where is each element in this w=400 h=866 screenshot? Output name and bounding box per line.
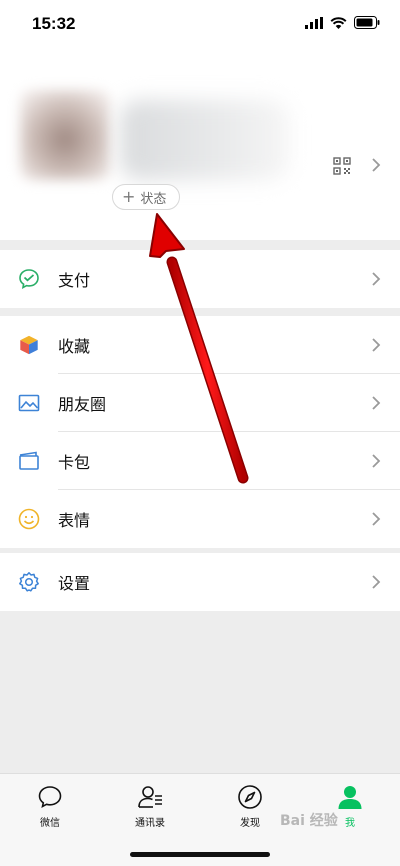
contacts-person-icon <box>138 786 162 808</box>
menu-item-cards[interactable]: 卡包 <box>0 432 400 490</box>
status-icons <box>305 16 380 29</box>
wechat-pay-icon <box>19 269 39 289</box>
menu-item-pay[interactable]: 支付 <box>0 250 400 308</box>
watermark-text: Bai 经验 <box>280 813 338 829</box>
tab-contacts[interactable]: 通讯录 <box>120 784 180 829</box>
status-button-label: 状态 <box>140 191 167 207</box>
menu-item-label: 设置 <box>58 574 91 593</box>
avatar[interactable] <box>20 90 110 180</box>
tab-label: 发现 <box>240 818 260 829</box>
menu-item-label: 卡包 <box>58 453 91 472</box>
tab-label: 我 <box>345 818 355 829</box>
menu-item-stickers[interactable]: 表情 <box>0 490 400 548</box>
menu-item-settings[interactable]: 设置 <box>0 553 400 611</box>
moments-picture-icon <box>18 394 40 412</box>
settings-gear-icon <box>19 572 39 592</box>
wifi-icon <box>330 16 347 29</box>
tab-label: 微信 <box>40 818 60 829</box>
chevron-right-icon <box>372 396 381 410</box>
home-indicator <box>130 852 270 857</box>
tab-discover[interactable]: 发现 <box>220 784 280 829</box>
services-group: 收藏 朋友圈 卡包 表情 <box>0 316 400 548</box>
chevron-right-icon <box>372 454 381 468</box>
favorites-cube-icon <box>19 335 39 355</box>
status-time: 15:32 <box>32 14 76 33</box>
menu-item-label: 表情 <box>58 511 91 530</box>
qr-code-icon[interactable] <box>333 157 351 175</box>
chevron-right-icon <box>372 338 381 352</box>
pay-group: 支付 <box>0 250 400 308</box>
add-status-button[interactable]: + 状态 <box>112 184 181 210</box>
chat-bubble-icon <box>38 786 62 809</box>
profile-name-blurred <box>120 100 290 180</box>
chevron-right-icon <box>372 575 381 589</box>
menu-item-moments[interactable]: 朋友圈 <box>0 374 400 432</box>
menu-item-label: 支付 <box>58 271 91 290</box>
settings-group: 设置 <box>0 553 400 611</box>
battery-icon <box>354 16 380 29</box>
me-person-icon <box>338 786 362 809</box>
smiley-face-icon <box>18 508 40 530</box>
chevron-right-icon[interactable] <box>371 157 381 173</box>
status-bar: 15:32 <box>0 0 400 50</box>
tab-chats[interactable]: 微信 <box>20 784 80 829</box>
chevron-right-icon <box>372 272 381 286</box>
cellular-signal-icon <box>305 16 323 29</box>
tab-label: 通讯录 <box>135 818 165 829</box>
profile-header[interactable]: + 状态 <box>0 50 400 240</box>
compass-icon <box>238 785 262 809</box>
menu-item-favorites[interactable]: 收藏 <box>0 316 400 374</box>
menu-item-label: 朋友圈 <box>58 395 107 414</box>
card-wallet-icon <box>19 451 39 470</box>
chevron-right-icon <box>372 512 381 526</box>
menu-item-label: 收藏 <box>58 337 91 356</box>
plus-icon: + <box>122 187 136 206</box>
